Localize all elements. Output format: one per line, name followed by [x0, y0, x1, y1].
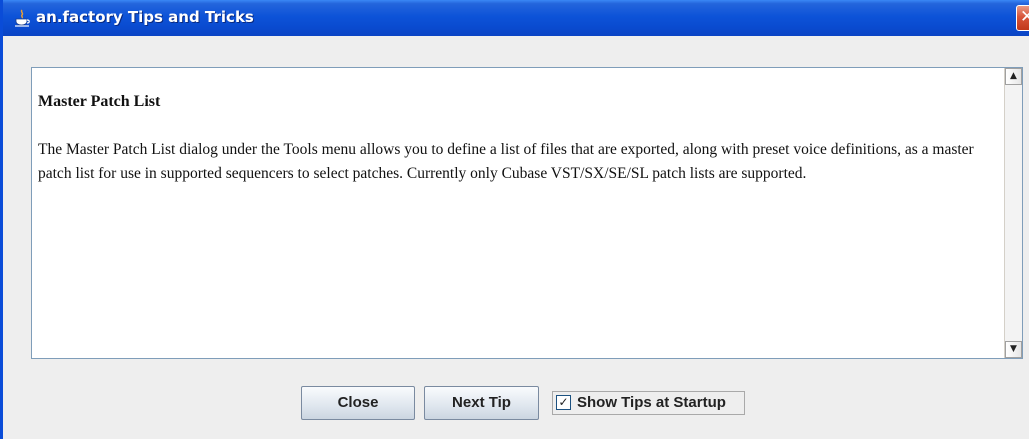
- tip-body: The Master Patch List dialog under the T…: [38, 141, 974, 182]
- java-coffee-cup-icon: [15, 9, 30, 27]
- show-tips-at-startup-checkbox[interactable]: ✓ Show Tips at Startup: [552, 391, 745, 415]
- tip-title: Master Patch List: [38, 93, 161, 110]
- close-window-button[interactable]: ✕: [1016, 5, 1029, 31]
- tip-content-pane[interactable]: Master Patch List The Master Patch List …: [31, 67, 1023, 359]
- scroll-up-arrow-icon[interactable]: ▲: [1005, 68, 1022, 85]
- show-tips-at-startup-label[interactable]: Show Tips at Startup: [577, 393, 726, 413]
- title-bar[interactable]: an.factory Tips and Tricks ✕: [3, 0, 1029, 36]
- close-button[interactable]: Close: [301, 386, 415, 420]
- vertical-scrollbar[interactable]: ▲ ▼: [1004, 68, 1022, 358]
- tips-dialog-window: an.factory Tips and Tricks ✕ Master Patc…: [0, 0, 1029, 439]
- next-tip-button[interactable]: Next Tip: [424, 386, 539, 420]
- tip-text-area: Master Patch List The Master Patch List …: [38, 90, 996, 186]
- checkmark-icon[interactable]: ✓: [556, 395, 571, 410]
- window-title: an.factory Tips and Tricks: [36, 8, 254, 26]
- scroll-down-arrow-icon[interactable]: ▼: [1005, 341, 1022, 358]
